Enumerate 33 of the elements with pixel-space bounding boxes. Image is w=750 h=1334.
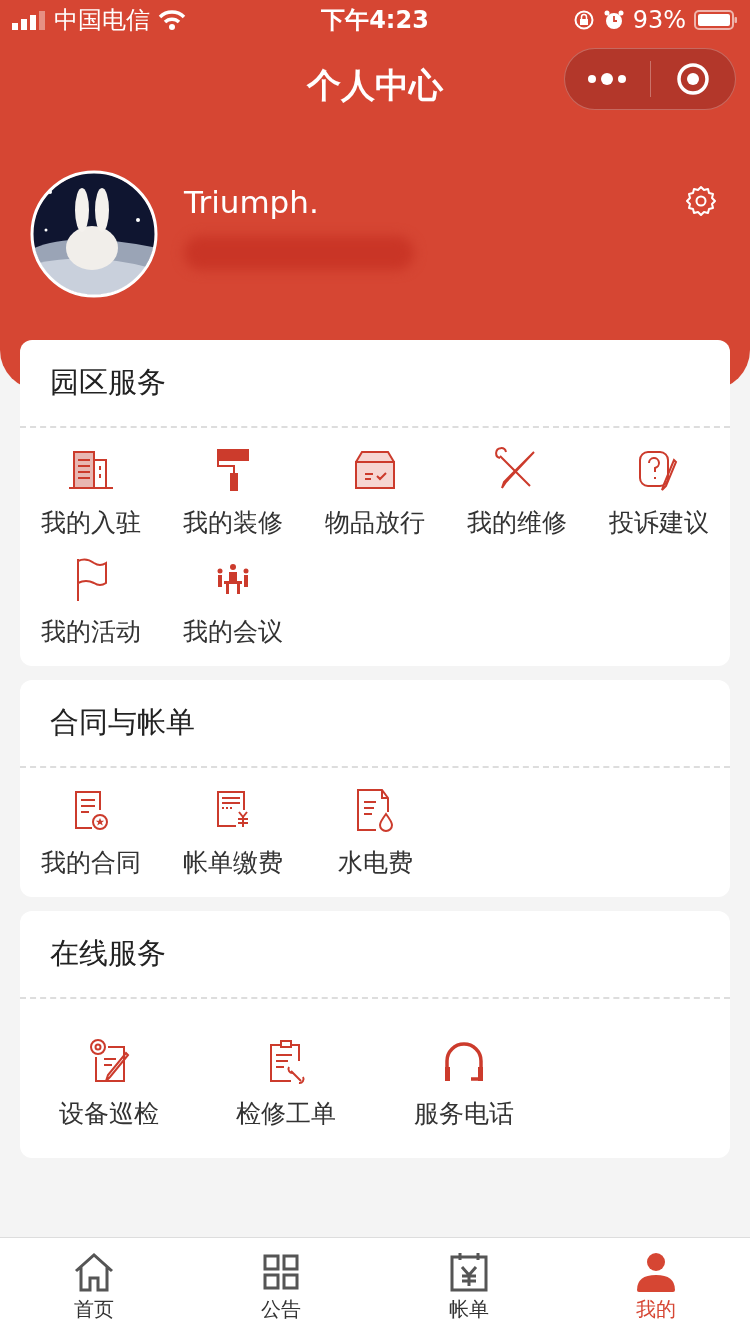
service-item[interactable]: 我的活动 (20, 551, 162, 652)
section-title: 在线服务 (50, 935, 166, 972)
rotation-lock-icon (572, 9, 595, 31)
tab-item[interactable]: 帐单 (375, 1238, 563, 1334)
service-item[interactable]: 服务电话 (375, 1033, 553, 1134)
service-item[interactable]: 我的维修 (446, 442, 588, 543)
page-title: 个人中心 (307, 64, 443, 107)
user-name: Triumph. (184, 184, 320, 220)
battery-percent: 93% (632, 6, 686, 34)
wifi-icon (158, 10, 186, 30)
section-title: 园区服务 (50, 364, 166, 401)
service-item[interactable]: 投诉建议 (588, 442, 730, 543)
service-item[interactable]: 物品放行 (304, 442, 446, 543)
target-icon (675, 62, 710, 96)
tab-item[interactable]: 公告 (187, 1238, 375, 1334)
tab-item[interactable]: 首页 (0, 1238, 188, 1334)
service-item[interactable]: 设备巡检 (20, 1033, 198, 1134)
service-item[interactable]: 我的合同 (20, 782, 162, 883)
service-item[interactable]: 帐单缴费 (162, 782, 304, 883)
service-item[interactable]: 水电费 (304, 782, 446, 883)
clock-time: 下午4:23 (321, 5, 429, 36)
service-item[interactable]: 我的装修 (162, 442, 304, 543)
service-item[interactable]: 检修工单 (197, 1033, 375, 1134)
service-item[interactable]: 我的会议 (162, 551, 304, 652)
carrier-name: 中国电信 (54, 5, 150, 36)
tab-item[interactable]: 我的 (562, 1238, 750, 1334)
alarm-icon (602, 9, 625, 31)
signal-icon (12, 10, 46, 30)
more-icon (587, 72, 628, 86)
battery-icon (694, 9, 738, 31)
settings-icon[interactable] (684, 184, 718, 218)
service-item[interactable]: 我的入驻 (20, 442, 162, 543)
section-title: 合同与帐单 (50, 704, 195, 741)
